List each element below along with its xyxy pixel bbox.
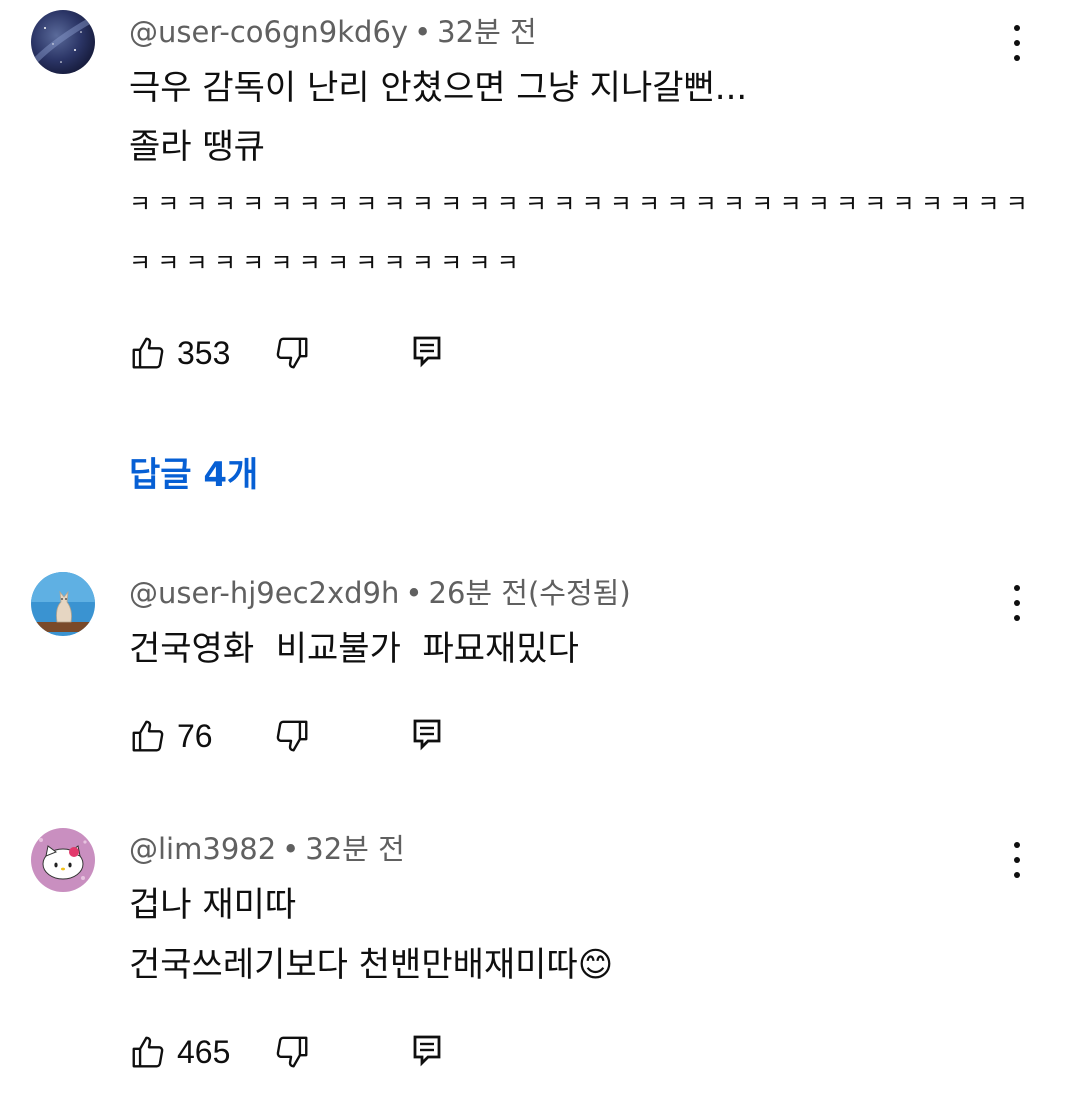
more-actions-icon[interactable] xyxy=(1000,21,1034,65)
comment-header: @user-co6gn9kd6y • 32분 전 xyxy=(129,14,537,50)
comment-text-line: 겁나 재미따 xyxy=(129,885,297,925)
reply-button[interactable] xyxy=(412,718,442,756)
comment-actions: 465 xyxy=(129,1030,489,1074)
view-replies-link[interactable]: 답글 4개 xyxy=(129,447,258,496)
comment-time: 26분 전(수정됨) xyxy=(428,576,631,610)
avatar[interactable] xyxy=(31,828,95,892)
separator: • xyxy=(282,832,300,866)
comment-text-line: ㅋㅋㅋㅋㅋㅋㅋㅋㅋㅋㅋㅋㅋㅋㅋㅋㅋㅋㅋㅋㅋㅋㅋㅋㅋㅋㅋㅋㅋㅋㅋㅋ xyxy=(129,190,1034,218)
more-actions-icon[interactable] xyxy=(1000,581,1034,625)
comment-text-line: 졸라 땡큐 xyxy=(129,127,265,167)
like-count: 76 xyxy=(177,717,213,754)
reply-icon xyxy=(413,1035,441,1067)
comment-actions: 76 xyxy=(129,714,489,758)
comment-header: @lim3982 • 32분 전 xyxy=(129,831,405,867)
comment-text-line: ㅋㅋㅋㅋㅋㅋㅋㅋㅋㅋㅋㅋㅋㅋ xyxy=(129,249,525,277)
thumbs-down-icon xyxy=(276,720,308,752)
like-count: 353 xyxy=(177,334,231,371)
thumbs-up-icon xyxy=(132,337,164,369)
dislike-button[interactable] xyxy=(273,1033,311,1075)
reply-button[interactable] xyxy=(412,335,442,373)
night-sky-avatar-icon xyxy=(31,10,95,74)
thumbs-up-icon xyxy=(132,1036,164,1068)
comment-actions: 353 xyxy=(129,331,489,375)
comment-text-line: 건국영화 비교불가 파묘재밌다 xyxy=(129,629,579,669)
reply-button[interactable] xyxy=(412,1034,442,1072)
like-button[interactable]: 465 xyxy=(129,1030,230,1074)
smiling-face-emoji: 😊 xyxy=(577,945,614,985)
like-button[interactable]: 353 xyxy=(129,331,230,375)
like-button[interactable]: 76 xyxy=(129,714,213,758)
comment-author[interactable]: @lim3982 xyxy=(129,832,276,866)
reply-icon xyxy=(413,336,441,368)
dislike-button[interactable] xyxy=(273,717,311,759)
separator: • xyxy=(414,15,432,49)
comment-text-line: 건국쓰레기보다 천밴만배재미따😊 xyxy=(129,943,613,987)
comment-time: 32분 전 xyxy=(305,832,405,866)
comment-header: @user-hj9ec2xd9h • 26분 전(수정됨) xyxy=(129,575,631,611)
like-count: 465 xyxy=(177,1033,231,1070)
comment-text: 건국쓰레기보다 천밴만배재미따 xyxy=(129,945,578,985)
comment-time: 32분 전 xyxy=(437,15,537,49)
comment-author[interactable]: @user-co6gn9kd6y xyxy=(129,15,408,49)
thumbs-up-icon xyxy=(132,720,164,752)
reply-icon xyxy=(413,719,441,751)
cat-avatar-icon xyxy=(31,572,95,636)
more-actions-icon[interactable] xyxy=(1000,838,1034,882)
thumbs-down-icon xyxy=(276,1036,308,1068)
avatar[interactable] xyxy=(31,572,95,636)
thumbs-down-icon xyxy=(276,337,308,369)
hello-kitty-avatar-icon xyxy=(31,828,95,892)
comment-text-line: 극우 감독이 난리 안쳤으면 그냥 지나갈뻔... xyxy=(129,68,748,108)
avatar[interactable] xyxy=(31,10,95,74)
dislike-button[interactable] xyxy=(273,334,311,376)
separator: • xyxy=(405,576,423,610)
comment-author[interactable]: @user-hj9ec2xd9h xyxy=(129,576,399,610)
